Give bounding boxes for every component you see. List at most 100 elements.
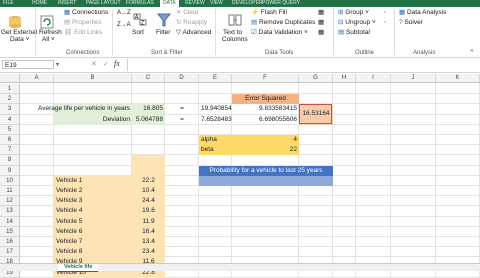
row-header-11[interactable]: 11 <box>0 186 20 197</box>
average-life-label[interactable]: Average life per vehicle in years <box>20 104 132 114</box>
filter-button[interactable]: Filter <box>156 29 170 37</box>
consolidate-button[interactable]: ▦ <box>318 9 324 17</box>
vehicle-value[interactable]: 19.6 <box>132 206 165 216</box>
vehicle-label[interactable]: Vehicle 8 <box>54 247 132 257</box>
column-header-h[interactable]: H <box>333 74 356 83</box>
sort-a-z-button[interactable]: A→Z <box>117 9 131 17</box>
column-header-g[interactable]: G <box>299 74 333 83</box>
remove-duplicates-button[interactable]: ▤ Remove Duplicates <box>251 19 315 27</box>
row-header-8[interactable]: 8 <box>0 155 20 166</box>
e3-value[interactable]: 19.940854 <box>199 104 232 114</box>
sheet-tab[interactable]: Vehicle life <box>58 264 99 272</box>
edit-links-button[interactable]: ⛓ Edit Links <box>64 29 102 37</box>
vehicle-label[interactable]: Vehicle 4 <box>54 206 132 216</box>
tab-page-layout[interactable]: PAGE LAYOUT <box>86 0 121 7</box>
equals-sign-4[interactable]: = <box>165 115 199 125</box>
vehicle-value[interactable]: 23.4 <box>132 247 165 257</box>
cancel-icon[interactable]: ✕ <box>91 60 97 68</box>
f4-value[interactable]: 6.698055606 <box>232 115 299 125</box>
relationships-button[interactable]: ▦ <box>318 29 324 37</box>
column-header-c[interactable]: C <box>132 74 165 83</box>
tab-review[interactable]: REVIEW <box>185 0 205 7</box>
f3-value[interactable]: 9.833583415 <box>232 104 299 114</box>
vehicle-label[interactable]: Vehicle 6 <box>54 227 132 237</box>
row-header-16[interactable]: 16 <box>0 237 20 248</box>
name-box[interactable]: E19 <box>2 60 54 69</box>
sort-z-a-button[interactable]: Z→A <box>117 21 131 29</box>
column-header-f[interactable]: F <box>232 74 299 83</box>
row-header-10[interactable]: 10 <box>0 175 20 186</box>
vehicle-value[interactable]: 24.4 <box>132 196 165 206</box>
row-header-7[interactable]: 7 <box>0 145 20 156</box>
column-header-j[interactable]: J <box>391 74 436 83</box>
solver-button[interactable]: ? Solver <box>399 19 423 27</box>
row-header-14[interactable]: 14 <box>0 216 20 227</box>
row-header-17[interactable]: 17 <box>0 247 20 258</box>
column-header-a[interactable]: A <box>20 74 54 83</box>
alpha-label[interactable]: alpha <box>199 135 232 145</box>
vehicle-label[interactable]: Vehicle 7 <box>54 237 132 247</box>
average-life-value[interactable]: 16.805 <box>132 104 165 114</box>
error-squared-sum[interactable]: 16.53164 <box>299 104 333 124</box>
tab-data[interactable]: DATA <box>160 0 179 7</box>
tab-home[interactable]: HOME <box>32 0 47 7</box>
name-box-dropdown-icon[interactable]: ▾ <box>56 61 59 68</box>
tab-developer[interactable]: DEVELOPER <box>232 0 263 7</box>
group-button[interactable]: ⊞ Group ˅ <box>338 9 369 17</box>
tab-file[interactable]: FILE <box>3 0 14 7</box>
row-header-3[interactable]: 3 <box>0 104 20 115</box>
data-validation-button[interactable]: ☑ Data Validation ˅ <box>251 29 308 37</box>
beta-label[interactable]: beta <box>199 145 232 155</box>
row-header-12[interactable]: 12 <box>0 196 20 207</box>
row-header-15[interactable]: 15 <box>0 226 20 237</box>
vehicle-value[interactable]: 22.2 <box>132 176 165 186</box>
row-header-4[interactable]: 4 <box>0 114 20 125</box>
e4-value[interactable]: 7.6528483 <box>199 115 232 125</box>
vehicle-label[interactable]: Vehicle 5 <box>54 217 132 227</box>
enter-icon[interactable]: ✓ <box>103 60 109 68</box>
what-if-button[interactable]: ▦ <box>318 19 324 27</box>
data-analysis-button[interactable]: ▦ Data Analysis <box>399 9 446 17</box>
select-all-corner[interactable] <box>0 74 20 83</box>
properties-button[interactable]: ▤ Properties <box>64 19 102 27</box>
tab-formulas[interactable]: FORMULAS <box>126 0 154 7</box>
equals-sign-3[interactable]: = <box>165 104 199 114</box>
vehicle-value[interactable]: 16.4 <box>132 227 165 237</box>
collapse-ribbon-icon[interactable]: ˄ <box>470 48 474 56</box>
deviation-label[interactable]: Deviation <box>54 115 132 125</box>
error-squared-header[interactable]: Error Squared <box>232 94 299 104</box>
vehicle-label[interactable]: Vehicle 3 <box>54 196 132 206</box>
clear-button[interactable]: ✕ Clear <box>176 9 199 17</box>
subtotal-button[interactable]: ▤ Subtotal <box>338 29 370 37</box>
row-header-13[interactable]: 13 <box>0 206 20 217</box>
vehicle-label[interactable]: Vehicle 2 <box>54 186 132 196</box>
sort-button[interactable]: Sort <box>132 29 144 37</box>
row-header-2[interactable]: 2 <box>0 94 20 105</box>
vehicle-value[interactable]: 13.4 <box>132 237 165 247</box>
tab-insert[interactable]: INSERT <box>58 0 76 7</box>
flash-fill-button[interactable]: ⚡ Flash Fill <box>251 9 287 17</box>
reapply-button[interactable]: ↻ Reapply <box>176 19 207 27</box>
probability-label[interactable]: Probability for a vehicle to last 25 yea… <box>199 166 333 176</box>
column-header-d[interactable]: D <box>165 74 199 83</box>
row-header-9[interactable]: 9 <box>0 165 20 176</box>
row-header-1[interactable]: 1 <box>0 84 20 95</box>
vehicle-label[interactable]: Vehicle 1 <box>54 176 132 186</box>
deviation-value[interactable]: 5.064788 <box>132 115 165 125</box>
vehicle-value[interactable]: 11.9 <box>132 217 165 227</box>
tab-view[interactable]: VIEW <box>210 0 223 7</box>
column-header-e[interactable]: E <box>199 74 232 83</box>
connections-button[interactable]: ▦ Connections <box>64 9 108 17</box>
beta-value[interactable]: 22 <box>232 145 299 155</box>
advanced-button[interactable]: ▽ Advanced <box>176 29 211 37</box>
ungroup-button[interactable]: ⊟ Ungroup ˅ <box>338 19 376 27</box>
alpha-value[interactable]: 4 <box>232 135 299 145</box>
column-header-k[interactable]: K <box>436 74 480 83</box>
formula-input[interactable] <box>131 60 476 70</box>
show-detail-icon[interactable]: ▫ <box>384 9 386 17</box>
hide-detail-icon[interactable]: ▫ <box>384 19 386 27</box>
column-header-i[interactable]: I <box>356 74 391 83</box>
row-header-6[interactable]: 6 <box>0 135 20 146</box>
vehicle-value[interactable]: 10.4 <box>132 186 165 196</box>
tab-power-query[interactable]: POWER QUERY <box>262 0 300 7</box>
